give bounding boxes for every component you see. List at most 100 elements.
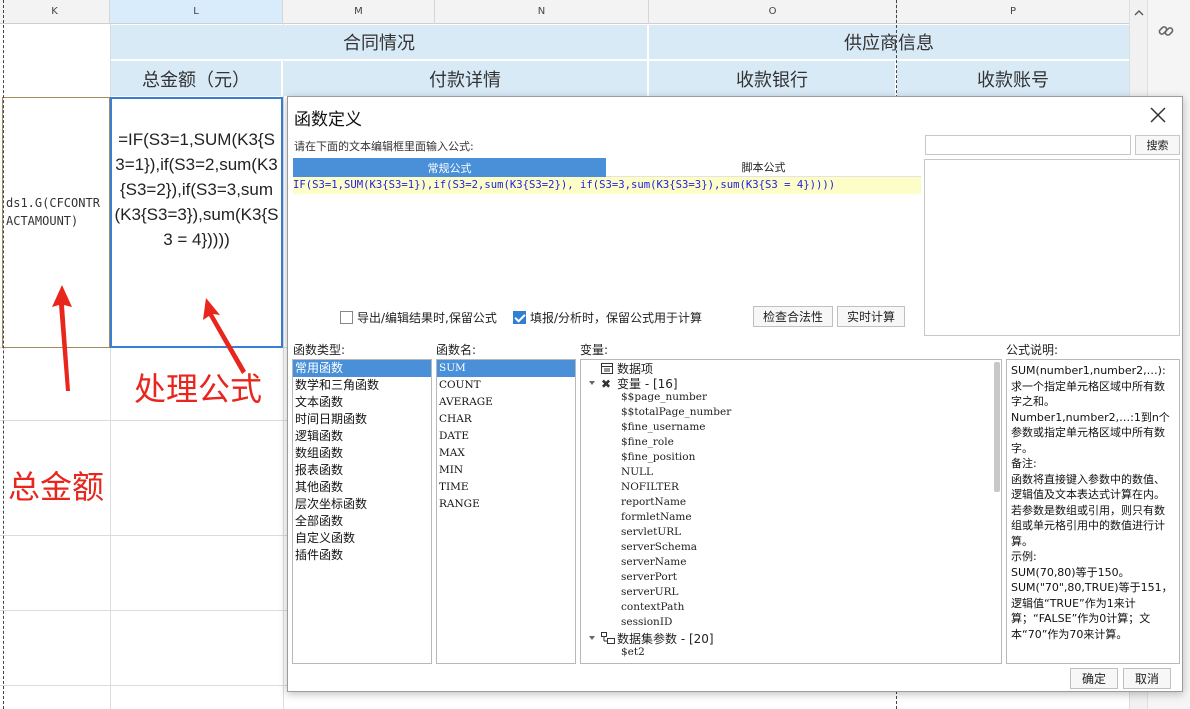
list-item[interactable]: MAX xyxy=(437,445,575,462)
close-icon[interactable] xyxy=(1148,105,1168,125)
tree-leaf-variable[interactable]: NOFILTER xyxy=(621,481,679,493)
tree-leaf-variable[interactable]: $fine_role xyxy=(621,436,674,448)
tree-leaf-variable[interactable]: $et2 xyxy=(621,646,645,658)
description-line: 函数将直接键入参数中的数值、逻辑值及文本表达式计算在内。若参数是数组或引用，则只… xyxy=(1011,472,1165,548)
tree-node-dataset-params[interactable]: 数据集参数 - [20] xyxy=(587,630,714,647)
list-item[interactable]: AVERAGE xyxy=(437,394,575,411)
header-total-amount[interactable]: 总金额（元） xyxy=(111,61,282,96)
tree-leaf-variable[interactable]: $$page_number xyxy=(621,391,707,403)
column-header-k[interactable]: K xyxy=(0,0,110,24)
scroll-up-icon[interactable] xyxy=(1131,5,1147,21)
tab-script-formula[interactable]: 脚本公式 xyxy=(606,158,921,177)
column-header-o[interactable]: O xyxy=(649,0,897,24)
gridline xyxy=(283,24,284,709)
list-item[interactable]: 自定义函数 xyxy=(293,530,431,547)
table-icon xyxy=(601,363,613,374)
tree-node-label: 数据集参数 - [20] xyxy=(617,632,714,646)
realtime-calc-button[interactable]: 实时计算 xyxy=(837,306,905,327)
chevron-down-icon[interactable] xyxy=(587,378,597,388)
tree-leaf-variable[interactable]: serverName xyxy=(621,556,686,568)
checkbox-export-box[interactable] xyxy=(340,311,353,324)
header-payment-detail[interactable]: 付款详情 xyxy=(283,61,648,96)
description-line: SUM(number1,number2,…):求一个指定单元格区域中所有数字之和… xyxy=(1011,364,1166,408)
cancel-button[interactable]: 取消 xyxy=(1123,668,1171,689)
list-item[interactable]: 报表函数 xyxy=(293,462,431,479)
column-header-p[interactable]: P xyxy=(897,0,1130,24)
tree-leaf-variable[interactable]: serverURL xyxy=(621,586,679,598)
header-supplier-group[interactable]: 供应商信息 xyxy=(649,25,1129,60)
dialog-title: 函数定义 xyxy=(294,110,362,130)
list-item[interactable]: 文本函数 xyxy=(293,394,431,411)
cell-l3-formula[interactable]: =IF(S3=1,SUM(K3{S3=1}),if(S3=2,sum(K3{S3… xyxy=(110,97,283,348)
chevron-down-icon[interactable] xyxy=(587,633,597,643)
label-variables: 变量: xyxy=(580,343,609,357)
list-item[interactable]: SUM xyxy=(437,360,575,377)
header-bank[interactable]: 收款银行 xyxy=(649,61,896,96)
variable-icon: ✖ xyxy=(601,377,611,391)
tree-leaf-variable[interactable]: $fine_username xyxy=(621,421,706,433)
tree-node-label: 变量 - [16] xyxy=(617,377,678,391)
list-item[interactable]: COUNT xyxy=(437,377,575,394)
tree-leaf-variable[interactable]: reportName xyxy=(621,496,686,508)
list-item[interactable]: 层次坐标函数 xyxy=(293,496,431,513)
list-item[interactable]: TIME xyxy=(437,479,575,496)
function-type-list[interactable]: 常用函数 数学和三角函数 文本函数 时间日期函数 逻辑函数 数组函数 报表函数 … xyxy=(292,359,432,664)
checkbox-keep-formula-export[interactable]: 导出/编辑结果时,保留公式 xyxy=(340,309,497,326)
list-item[interactable]: 逻辑函数 xyxy=(293,428,431,445)
tree-leaf-variable[interactable]: $fine_position xyxy=(621,451,695,463)
search-results-list[interactable] xyxy=(924,159,1180,336)
tree-leaf-variable[interactable]: formletName xyxy=(621,511,692,523)
list-item[interactable]: 其他函数 xyxy=(293,479,431,496)
formula-prompt: 请在下面的文本编辑框里面输入公式: xyxy=(294,140,474,153)
tree-node-label: 数据项 xyxy=(617,362,654,376)
function-definition-dialog: 函数定义 请在下面的文本编辑框里面输入公式: 搜索 常规公式 脚本公式 IF(S… xyxy=(287,96,1183,692)
label-function-name: 函数名: xyxy=(436,343,477,357)
description-line: SUM("70",80,TRUE)等于151，逻辑值“TRUE”作为1来计算；“… xyxy=(1011,581,1173,641)
variables-scrollbar[interactable] xyxy=(994,362,1000,492)
page-break-line xyxy=(3,0,4,709)
link-icon[interactable] xyxy=(1157,22,1175,40)
tree-leaf-variable[interactable]: $$totalPage_number xyxy=(621,406,731,418)
variables-tree[interactable]: 数据项 ✖ 变量 - [16] $$page_number $$totalPage… xyxy=(580,359,1002,664)
list-item[interactable]: 时间日期函数 xyxy=(293,411,431,428)
list-item[interactable]: 数组函数 xyxy=(293,445,431,462)
search-input[interactable] xyxy=(925,135,1131,155)
check-validity-button[interactable]: 检查合法性 xyxy=(753,306,833,327)
checkbox-fill-box[interactable] xyxy=(513,311,526,324)
tree-leaf-variable[interactable]: serverSchema xyxy=(621,541,697,553)
tree-node-variables[interactable]: ✖ 变量 - [16] xyxy=(587,375,678,392)
header-account[interactable]: 收款账号 xyxy=(897,61,1129,96)
list-item[interactable]: CHAR xyxy=(437,411,575,428)
description-line: 备注: xyxy=(1011,457,1037,470)
checkbox-export-label: 导出/编辑结果时,保留公式 xyxy=(357,311,497,325)
header-contract-group[interactable]: 合同情况 xyxy=(111,25,648,60)
list-item[interactable]: RANGE xyxy=(437,496,575,513)
annotation-total-amount: 总金额 xyxy=(8,468,105,506)
list-item[interactable]: 全部函数 xyxy=(293,513,431,530)
annotation-arrow-icon xyxy=(203,298,246,374)
search-button[interactable]: 搜索 xyxy=(1135,135,1180,155)
tree-leaf-variable[interactable]: sessionID xyxy=(621,616,672,628)
formula-editor[interactable]: 常规公式 脚本公式 IF(S3=1,SUM(K3{S3=1}),if(S3=2,… xyxy=(293,158,921,294)
description-line: Number1,number2,…:1到n个参数或指定单元格区域中所有数字。 xyxy=(1011,410,1170,455)
column-header-n[interactable]: N xyxy=(435,0,649,24)
tree-leaf-variable[interactable]: NULL xyxy=(621,466,653,478)
list-item[interactable]: DATE xyxy=(437,428,575,445)
list-item[interactable]: 数学和三角函数 xyxy=(293,377,431,394)
list-item[interactable]: MIN xyxy=(437,462,575,479)
tree-leaf-variable[interactable]: serverPort xyxy=(621,571,677,583)
description-line: 示例: xyxy=(1011,550,1037,563)
column-header-m[interactable]: M xyxy=(283,0,435,24)
tree-leaf-variable[interactable]: servletURL xyxy=(621,526,681,538)
list-item[interactable]: 常用函数 xyxy=(293,360,431,377)
ok-button[interactable]: 确定 xyxy=(1070,668,1118,689)
column-header-l[interactable]: L xyxy=(110,0,283,24)
description-line: SUM(70,80)等于150。 xyxy=(1011,565,1130,579)
tree-leaf-variable[interactable]: contextPath xyxy=(621,601,684,613)
tab-normal-formula[interactable]: 常规公式 xyxy=(293,158,606,177)
formula-text[interactable]: IF(S3=1,SUM(K3{S3=1}),if(S3=2,sum(K3{S3=… xyxy=(293,177,921,194)
checkbox-keep-formula-fill[interactable]: 填报/分析时，保留公式用于计算 xyxy=(513,309,702,326)
checkbox-fill-label: 填报/分析时，保留公式用于计算 xyxy=(530,311,703,325)
list-item[interactable]: 插件函数 xyxy=(293,547,431,564)
function-name-list[interactable]: SUM COUNT AVERAGE CHAR DATE MAX MIN TIME… xyxy=(436,359,576,664)
